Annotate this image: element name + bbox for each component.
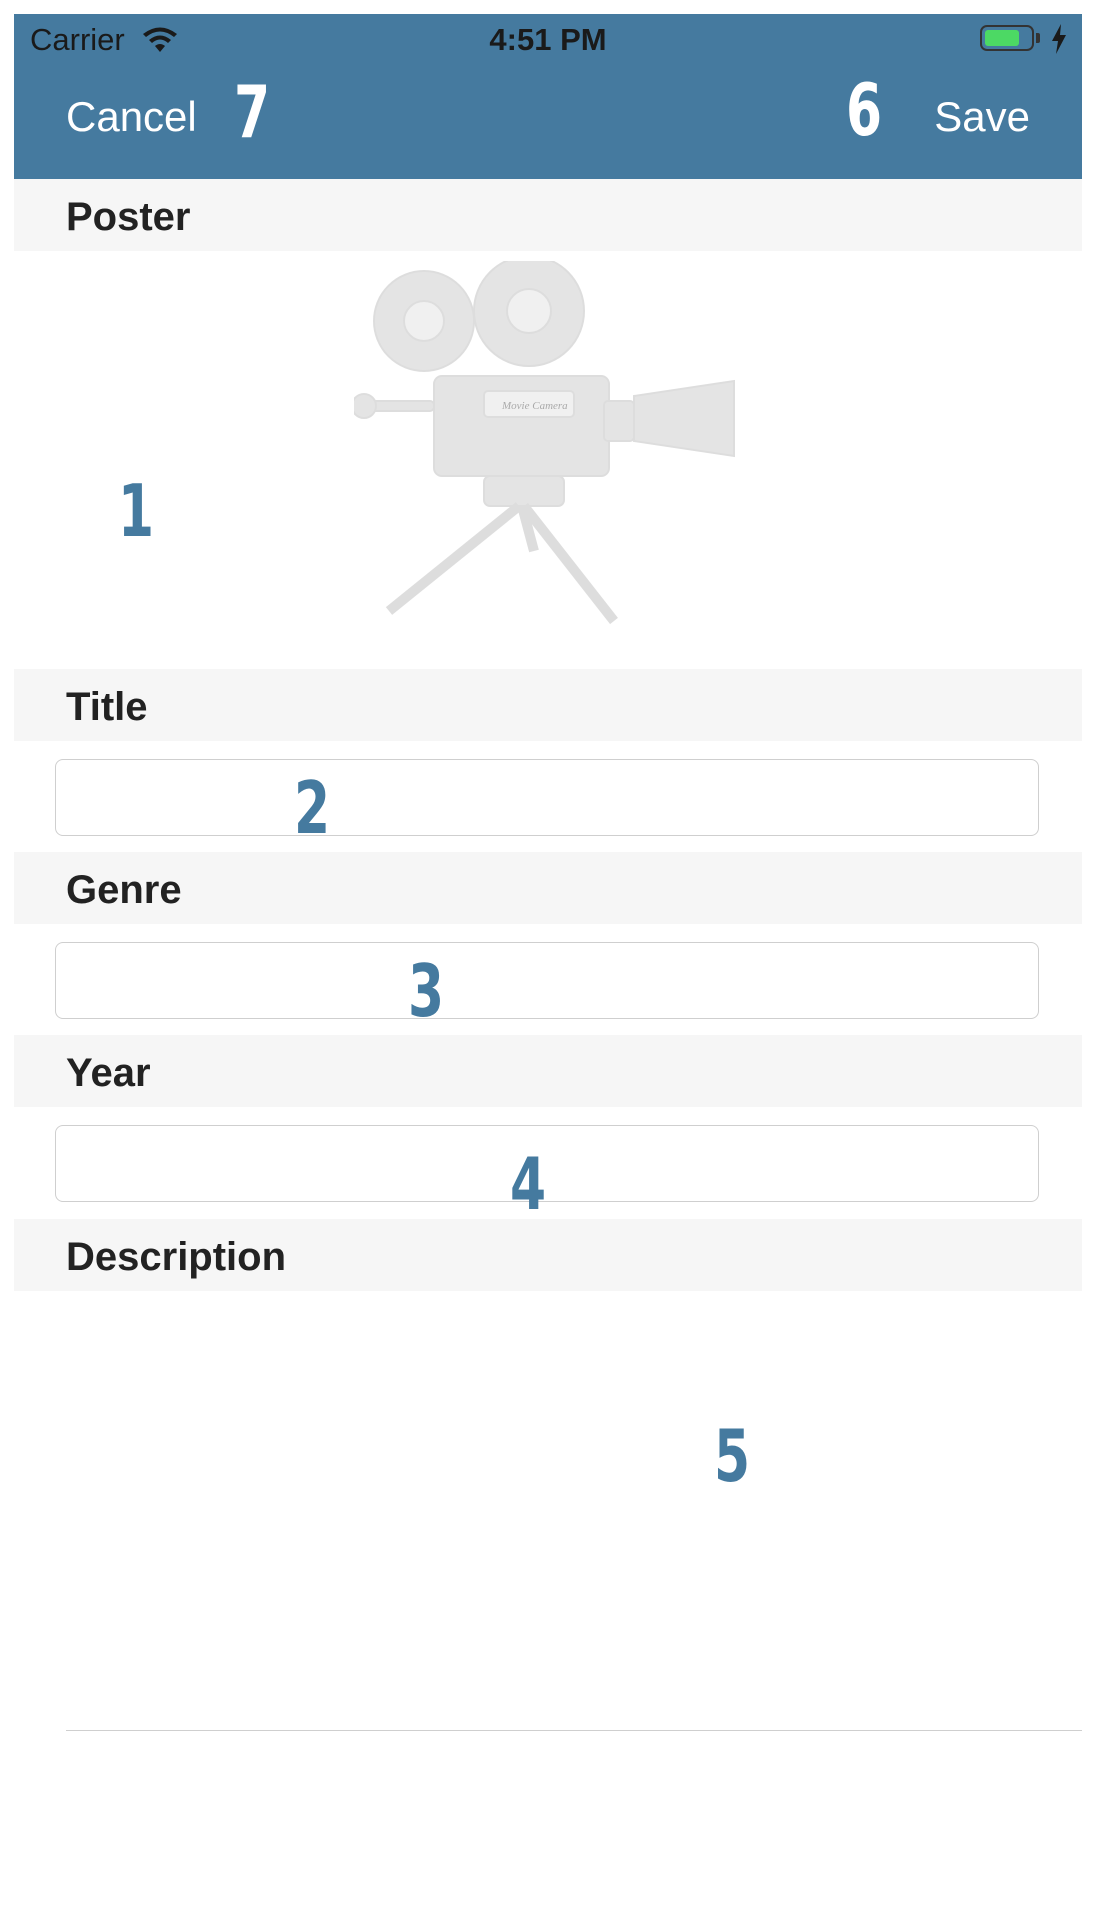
description-textview[interactable] [14, 1292, 1082, 1732]
movie-camera-icon: Movie Camera [354, 261, 735, 625]
poster-section-header: Poster [14, 179, 1082, 251]
navigation-bar: Carrier 4:51 PM Cancel 7 6 Save [14, 14, 1082, 179]
charging-bolt-icon [1052, 24, 1066, 54]
genre-section-title: Genre [66, 868, 182, 912]
annotation-marker-1: 1 [118, 469, 155, 553]
annotation-marker-4: 4 [510, 1142, 547, 1226]
poster-section-title: Poster [66, 195, 191, 239]
year-section-title: Year [66, 1051, 151, 1095]
description-separator [66, 1730, 1082, 1731]
annotation-marker-3: 3 [408, 949, 445, 1033]
annotation-marker-7: 7 [234, 70, 271, 154]
title-section-header: Title [14, 669, 1082, 741]
title-section-title: Title [66, 685, 148, 729]
genre-section-header: Genre [14, 852, 1082, 924]
description-section-title: Description [66, 1235, 287, 1279]
edit-movie-screen: Carrier 4:51 PM Cancel 7 6 Save Poster 1 [14, 14, 1082, 1926]
annotation-marker-6: 6 [846, 68, 883, 152]
battery-icon [980, 25, 1034, 51]
battery-tip [1036, 33, 1040, 43]
poster-picker[interactable]: 1 Movie Camera [14, 251, 1082, 669]
year-input[interactable] [55, 1125, 1039, 1202]
annotation-marker-2: 2 [294, 766, 331, 850]
save-button[interactable]: Save [934, 96, 1030, 138]
description-section-header: Description [14, 1219, 1082, 1291]
year-section-header: Year [14, 1035, 1082, 1107]
title-input[interactable] [55, 759, 1039, 836]
camera-label-text: Movie Camera [501, 400, 568, 412]
genre-input[interactable] [55, 942, 1039, 1019]
clock-label: 4:51 PM [489, 22, 607, 57]
annotation-marker-5: 5 [714, 1414, 751, 1498]
cancel-button[interactable]: Cancel [66, 96, 197, 138]
